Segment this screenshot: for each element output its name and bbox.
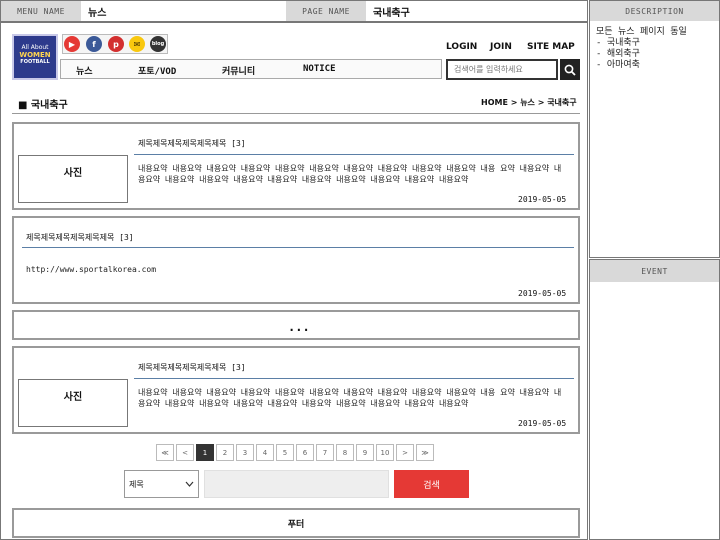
article-url[interactable]: http://www.sportalkorea.com xyxy=(26,264,156,275)
nav-item-news[interactable]: 뉴스 xyxy=(76,64,93,77)
description-line: - 아마여축 xyxy=(596,60,640,70)
page-name-label: PAGE NAME xyxy=(286,1,366,21)
pagination-page-6[interactable]: 6 xyxy=(296,444,314,461)
login-link[interactable]: LOGIN xyxy=(446,42,477,52)
ellipsis-text: ... xyxy=(288,320,310,334)
article-date: 2019-05-05 xyxy=(518,419,567,428)
bottom-search-button[interactable]: 검색 xyxy=(394,470,469,498)
article-title[interactable]: 제목제목제목제목제목제목 [3] xyxy=(26,232,134,243)
bottom-search-input[interactable] xyxy=(204,470,389,498)
search-type-value: 제목 xyxy=(129,479,144,489)
article-photo[interactable]: 사진 xyxy=(18,379,128,427)
pagination-page-3[interactable]: 3 xyxy=(236,444,254,461)
logo-line2: WOMEN xyxy=(19,51,51,59)
article-title[interactable]: 제목제목제목제목제목제목 [3] xyxy=(138,362,246,373)
page-name-value: 국내축구 xyxy=(373,7,410,19)
search-input[interactable] xyxy=(446,59,558,80)
section-title: ■ 국내축구 xyxy=(18,100,68,111)
article-title[interactable]: 제목제목제목제목제목제목 [3] xyxy=(138,138,246,149)
search-type-select[interactable]: 제목 xyxy=(124,470,199,498)
article-summary: 내용요약 내용요약 내용요약 내용요약 내용요약 내용요약 내용요약 내용요약 … xyxy=(138,388,562,408)
chevron-down-icon xyxy=(185,481,194,487)
pagination-next[interactable]: > xyxy=(396,444,414,461)
menu-name-value: 뉴스 xyxy=(88,7,107,19)
footer-label: 푸터 xyxy=(287,519,305,530)
join-link[interactable]: JOIN xyxy=(490,42,512,52)
youtube-icon[interactable]: ▶ xyxy=(64,36,80,52)
nav-item-photo-vod[interactable]: 포토/VOD xyxy=(138,64,176,77)
pagination-page-10[interactable]: 10 xyxy=(376,444,394,461)
pagination-page-5[interactable]: 5 xyxy=(276,444,294,461)
footer: 푸터 xyxy=(12,508,580,538)
article-date: 2019-05-05 xyxy=(518,195,567,204)
description-line: - 해외축구 xyxy=(596,49,640,59)
search-icon xyxy=(564,64,576,76)
logo-line1: All About xyxy=(21,44,49,51)
pagination-first[interactable]: ≪ xyxy=(156,444,174,461)
nav-item-community[interactable]: 커뮤니티 xyxy=(222,64,255,77)
article-summary: 내용요약 내용요약 내용요약 내용요약 내용요약 내용요약 내용요약 내용요약 … xyxy=(138,164,562,184)
pagination-page-2[interactable]: 2 xyxy=(216,444,234,461)
pagination-prev[interactable]: < xyxy=(176,444,194,461)
logo-line3: FOOTBALL xyxy=(20,59,50,65)
description-label: DESCRIPTION xyxy=(590,1,719,21)
description-line: - 국내축구 xyxy=(596,38,640,48)
article-card-2[interactable] xyxy=(12,216,580,304)
article-title-rule xyxy=(134,154,574,155)
event-panel xyxy=(589,259,720,540)
pagination-last[interactable]: ≫ xyxy=(416,444,434,461)
article-title-rule xyxy=(22,247,574,248)
nav-item-notice[interactable]: NOTICE xyxy=(303,64,336,74)
article-title-rule xyxy=(134,378,574,379)
event-label: EVENT xyxy=(590,260,719,282)
pagination-page-7[interactable]: 7 xyxy=(316,444,334,461)
facebook-icon[interactable]: f xyxy=(86,36,102,52)
site-logo[interactable]: All About WOMEN FOOTBALL xyxy=(12,34,58,80)
pinterest-icon[interactable]: p xyxy=(108,36,124,52)
naver-blog-icon[interactable]: blog xyxy=(150,36,166,52)
menu-name-label: MENU NAME xyxy=(1,1,81,21)
description-line: 모든 뉴스 페이지 동일 xyxy=(596,27,687,37)
pagination-page-9[interactable]: 9 xyxy=(356,444,374,461)
breadcrumb-divider xyxy=(12,113,580,114)
breadcrumb: HOME > 뉴스 > 국내축구 xyxy=(481,98,577,107)
article-photo[interactable]: 사진 xyxy=(18,155,128,203)
sitemap-link[interactable]: SITE MAP xyxy=(527,42,575,52)
pagination-page-1[interactable]: 1 xyxy=(196,444,214,461)
pagination-page-8[interactable]: 8 xyxy=(336,444,354,461)
kakao-icon[interactable]: ✉ xyxy=(129,36,145,52)
pagination-page-4[interactable]: 4 xyxy=(256,444,274,461)
search-button[interactable] xyxy=(560,59,580,80)
article-date: 2019-05-05 xyxy=(518,289,567,298)
